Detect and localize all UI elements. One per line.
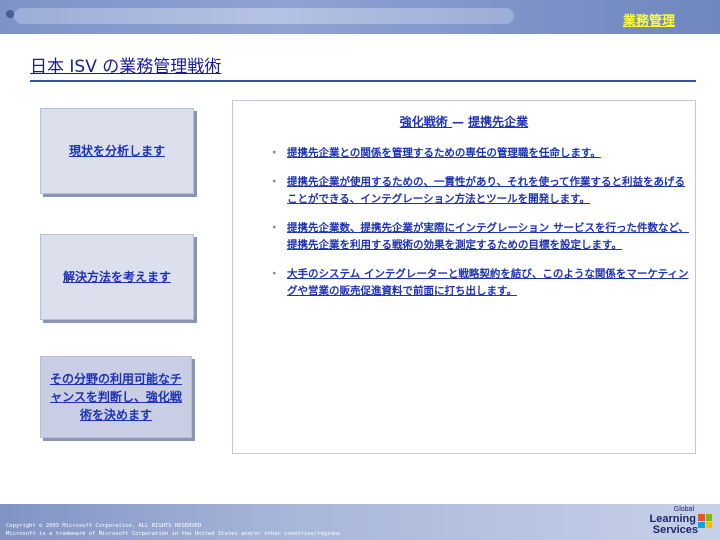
section-link[interactable]: 業務管理 (623, 10, 675, 29)
bullet-text[interactable]: 大手のシステム インテグレーターと戦略契約を結び、このような関係をマーケティング… (287, 268, 689, 297)
bullet-mark: ・ (269, 268, 280, 280)
list-item: ・ 提携先企業との関係を管理するための専任の管理職を任命します。 (269, 145, 689, 162)
page-title: 日本 ISV の業務管理戦術 (30, 57, 222, 77)
list-item: ・ 大手のシステム インテグレーターと戦略契約を結び、このような関係をマーケティ… (269, 266, 689, 300)
copyright-line2: Microsoft is a trademark of Microsoft Co… (6, 531, 341, 537)
global-learning-services-logo: Global Learning Services (638, 506, 712, 540)
title-divider (30, 80, 696, 82)
strategy-panel: 強化戦術 — 提携先企業 ・ 提携先企業との関係を管理するための専任の管理職を任… (232, 100, 696, 454)
step-analyze[interactable]: 現状を分析します (40, 108, 194, 194)
step-solve[interactable]: 解決方法を考えます (40, 234, 194, 320)
header-dot-icon (6, 10, 14, 18)
header-bar: 業務管理 (0, 0, 720, 34)
panel-heading: 強化戦術 — 提携先企業 (233, 113, 695, 130)
bullet-mark: ・ (269, 222, 280, 234)
bullet-list: ・ 提携先企業との関係を管理するための専任の管理職を任命します。 ・ 提携先企業… (269, 145, 689, 312)
list-item: ・ 提携先企業が使用するための、一貫性があり、それを使って作業すると利益をあげる… (269, 174, 689, 208)
bullet-text[interactable]: 提携先企業数、提携先企業が実際にインテグレーション サービスを行った件数など、提… (287, 222, 689, 251)
bullet-mark: ・ (269, 176, 280, 188)
bullet-mark: ・ (269, 147, 280, 159)
header-stripe (14, 8, 514, 24)
bullet-text[interactable]: 提携先企業との関係を管理するための専任の管理職を任命します。 (287, 147, 601, 159)
footer-bar: Copyright © 2003 Microsoft Corporation. … (0, 504, 720, 540)
list-item: ・ 提携先企業数、提携先企業が実際にインテグレーション サービスを行った件数など… (269, 220, 689, 254)
panel-heading-part2: 提携先企業 (468, 115, 529, 129)
step-solve-label: 解決方法を考えます (62, 270, 171, 284)
panel-heading-sep: — (451, 115, 469, 129)
step-decide-label: その分野の利用可能なチャンスを判断し、強化戦術を決めます (49, 372, 182, 422)
step-analyze-label: 現状を分析します (68, 144, 165, 158)
logo-line3: Services (652, 524, 698, 536)
copyright-line1: Copyright © 2003 Microsoft Corporation. … (6, 523, 202, 529)
step-decide[interactable]: その分野の利用可能なチャンスを判断し、強化戦術を決めます (40, 356, 192, 438)
panel-heading-part1: 強化戦術 (399, 115, 452, 129)
windows-flag-icon (698, 514, 712, 528)
bullet-text[interactable]: 提携先企業が使用するための、一貫性があり、それを使って作業すると利益をあげること… (287, 176, 685, 205)
copyright-notice: Copyright © 2003 Microsoft Corporation. … (6, 522, 340, 538)
